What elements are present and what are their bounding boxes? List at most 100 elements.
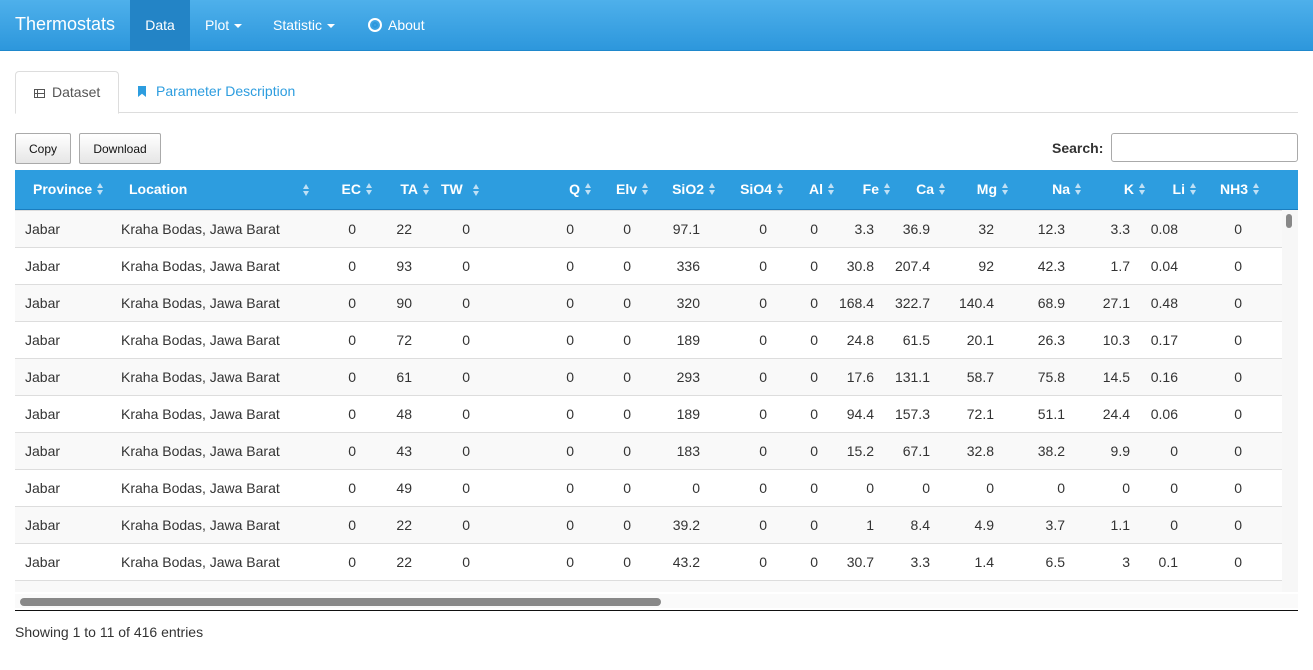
column-header-label: Li <box>1172 181 1185 197</box>
column-header-li[interactable]: Li <box>1173 170 1197 209</box>
table-cell-nh3: 0 <box>1234 581 1242 592</box>
nav-statistic-dropdown[interactable]: Statistic <box>273 0 336 50</box>
table-row[interactable]: Jabar Kraha Bodas, Jawa Barat 0 22 0 0 0 97.1 0 0… <box>15 210 1282 247</box>
table-cell-q: 0 <box>566 295 574 311</box>
table-cell-al: 0 <box>810 406 818 422</box>
table-cell-mg: 4.9 <box>974 517 994 533</box>
column-header-sio2[interactable]: SiO2 <box>672 170 716 209</box>
column-header-al[interactable]: Al <box>809 170 835 209</box>
table-cell-ec: 0 <box>348 369 356 385</box>
tab-parameter-description[interactable]: Parameter Description <box>138 71 295 112</box>
table-cell-mg: 10.1 <box>967 581 994 592</box>
table-cell-mg: 72.1 <box>966 406 994 422</box>
column-header-tw[interactable]: TW <box>441 170 479 209</box>
sort-icon[interactable] <box>939 183 946 195</box>
sort-icon[interactable] <box>473 184 480 196</box>
tab-dataset[interactable]: Dataset <box>15 71 119 114</box>
table-cell-ca: 22.2 <box>903 581 930 592</box>
bookmark-icon <box>138 86 146 97</box>
table-cell-elv: 0 <box>623 443 631 459</box>
column-header-ec[interactable]: EC <box>342 170 373 209</box>
sort-icon[interactable] <box>366 183 373 195</box>
nav-data[interactable]: Data <box>130 0 190 50</box>
download-button[interactable]: Download <box>79 133 161 164</box>
table-row[interactable]: Jabar Kraha Bodas, Jawa Barat 0 72 0 0 0 189 0 0 2… <box>15 321 1282 358</box>
chevron-down-icon <box>327 24 336 29</box>
table-cell-ca: 8.4 <box>910 517 930 533</box>
table-cell-province: Jabar <box>25 517 61 533</box>
table-cell-location: Kraha Bodas, Jawa Barat <box>121 369 280 385</box>
nav-about[interactable]: About <box>368 0 425 50</box>
table-cell-li: 0.06 <box>1150 406 1178 422</box>
table-cell-location: Kraha Bodas, Jawa Barat <box>121 332 280 348</box>
table-row[interactable]: Jabar Kraha Bodas, Jawa Barat 0 90 0 0 0 320 0 0 1… <box>15 284 1282 321</box>
sort-icon[interactable] <box>884 183 891 195</box>
table-row[interactable]: Jabar Kraha Bodas, Jawa Barat 0 43 0 0 0 183 0 0 1… <box>15 432 1282 469</box>
table-row[interactable]: Jabar Kraha Bodas, Jawa Barat 0 22 0 0 0 39.2 0 0… <box>15 506 1282 543</box>
sort-icon[interactable] <box>828 183 835 195</box>
column-header-k[interactable]: K <box>1124 170 1146 209</box>
copy-button[interactable]: Copy <box>15 133 71 164</box>
column-header-elv[interactable]: Elv <box>616 170 649 209</box>
sort-icon[interactable] <box>642 183 649 195</box>
table-cell-sio4: 0 <box>759 369 767 385</box>
search-input[interactable] <box>1111 133 1298 162</box>
column-header-ta[interactable]: TA <box>400 170 430 209</box>
table-cell-location: Kraha Bodas, Jawa Barat <box>121 581 280 592</box>
sort-icon[interactable] <box>709 183 716 195</box>
column-header-fe[interactable]: Fe <box>863 170 891 209</box>
column-header-label: TA <box>400 181 418 197</box>
sort-icon[interactable] <box>1190 183 1197 195</box>
sort-icon[interactable] <box>423 183 430 195</box>
table-cell-mg: 20.1 <box>966 332 994 348</box>
column-header-nh3[interactable]: NH3 <box>1220 170 1260 209</box>
table-cell-nh3: 0 <box>1234 258 1242 274</box>
table-cell-li: 0 <box>1170 581 1178 592</box>
table-cell-al: 0 <box>810 332 818 348</box>
table-row[interactable]: Jabar Kraha Bodas, Jawa Barat 0 22 0 0 0 43.2 0 0… <box>15 543 1282 580</box>
sort-icon[interactable] <box>303 184 310 196</box>
table-row[interactable]: Jabar Kraha Bodas, Jawa Barat 0 93 0 0 0 336 0 0 3… <box>15 247 1282 284</box>
table-cell-ec: 0 <box>348 581 356 592</box>
table-cell-tw: 0 <box>462 480 470 496</box>
column-header-location[interactable]: Location <box>129 170 309 209</box>
nav-plot-dropdown[interactable]: Plot <box>205 0 243 50</box>
table-cell-q: 0 <box>566 258 574 274</box>
table-cell-k: 1.7 <box>1110 258 1130 274</box>
table-cell-ca: 131.1 <box>894 369 930 385</box>
column-header-q[interactable]: Q <box>569 170 592 209</box>
horizontal-scrollbar-thumb[interactable] <box>20 598 661 606</box>
sort-icon[interactable] <box>1075 183 1082 195</box>
table-row[interactable]: Jabar Kraha Bodas, Jawa Barat 0 61 0 0 0 293 0 0 1… <box>15 358 1282 395</box>
column-header-na[interactable]: Na <box>1052 170 1082 209</box>
sort-icon[interactable] <box>97 183 104 195</box>
column-header-mg[interactable]: Mg <box>977 170 1009 209</box>
app-brand[interactable]: Thermostats <box>15 14 115 35</box>
table-cell-k: 24.4 <box>1102 406 1130 422</box>
column-header-province[interactable]: Province <box>33 170 104 209</box>
vertical-scrollbar[interactable] <box>1282 210 1298 592</box>
table-cell-fe: 15.2 <box>846 443 874 459</box>
table-cell-elv: 0 <box>623 295 631 311</box>
column-header-sio4[interactable]: SiO4 <box>740 170 784 209</box>
table-cell-tw: 0 <box>462 332 470 348</box>
sort-icon[interactable] <box>585 183 592 195</box>
chevron-down-icon <box>234 24 243 29</box>
sort-icon[interactable] <box>1002 183 1009 195</box>
column-header-ca[interactable]: Ca <box>916 170 946 209</box>
table-cell-province: Jabar <box>25 581 60 592</box>
table-cell-province: Jabar <box>25 554 61 570</box>
table-cell-sio2: 183 <box>676 443 700 459</box>
table-icon <box>34 89 45 98</box>
table-row[interactable]: Jabar Kraha Bodas, Jawa Barat 0 49 0 0 0 0 0 0 0 0 0… <box>15 469 1282 506</box>
table-row[interactable]: Jabar Kraha Bodas, Jawa Barat 0 48 0 0 0 189 0 0 9… <box>15 395 1282 432</box>
table-cell-ec: 0 <box>348 517 356 533</box>
sort-icon[interactable] <box>1253 183 1260 195</box>
sort-icon[interactable] <box>1139 183 1146 195</box>
vertical-scrollbar-thumb[interactable] <box>1286 214 1292 228</box>
table-cell-al: 0 <box>810 295 818 311</box>
sort-icon[interactable] <box>777 183 784 195</box>
table-cell-na: 38.2 <box>1037 443 1065 459</box>
table-cell-ta: 72 <box>396 332 412 348</box>
table-row[interactable]: Jabar Kraha Bodas, Jawa Barat 0 26 0 0 0 240 0 0 1… <box>15 580 1282 592</box>
